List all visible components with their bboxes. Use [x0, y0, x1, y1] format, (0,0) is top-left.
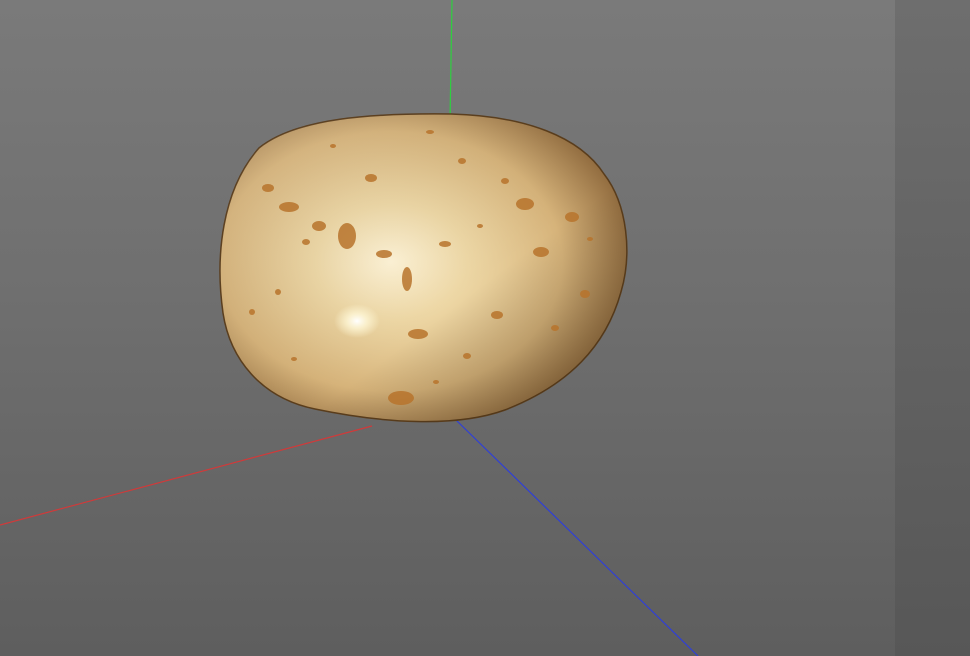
specular-highlight: [334, 304, 380, 338]
potato-model[interactable]: [219, 113, 628, 423]
3d-viewport[interactable]: [0, 0, 895, 656]
x-axis-line: [0, 425, 373, 526]
potato-shading: [220, 113, 627, 422]
app-window: [0, 0, 970, 656]
y-axis-line: [449, 0, 453, 123]
right-side-panel: [895, 0, 970, 656]
z-axis-line: [455, 419, 699, 656]
viewport-scene[interactable]: [0, 0, 895, 656]
